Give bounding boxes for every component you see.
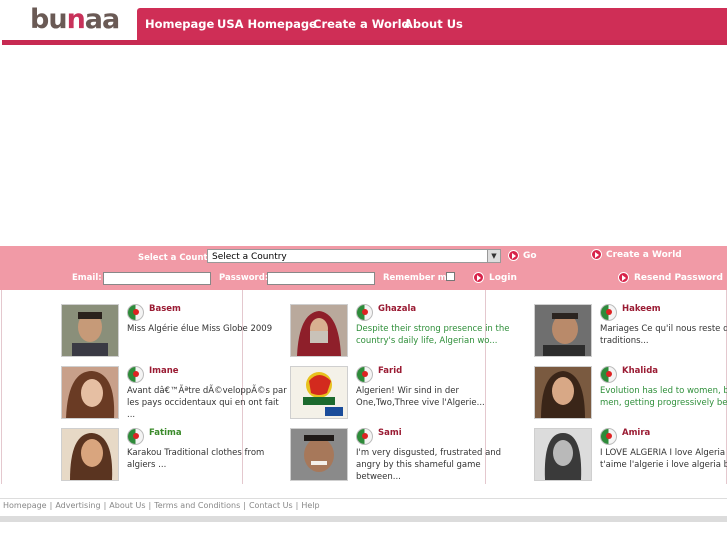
footer-sep: | xyxy=(49,501,53,510)
member-name[interactable]: Sami xyxy=(378,428,402,438)
password-label: Password: xyxy=(219,273,269,283)
member-desc[interactable]: Miss Algérie élue Miss Globe 2009 xyxy=(127,323,287,335)
member-photo[interactable] xyxy=(534,428,592,481)
site-header: bunaa Homepage USA Homepage Create a Wor… xyxy=(0,0,727,46)
member-desc[interactable]: Avant dâ€™Ãªtre dÃ©veloppÃ©s par les pay… xyxy=(127,385,287,421)
login-button[interactable]: Login xyxy=(489,273,517,283)
main-nav: Homepage USA Homepage Create a World Abo… xyxy=(137,8,727,40)
column-divider xyxy=(1,290,2,484)
member-card[interactable]: Farid Algerien! Wir sind in der One,Two,… xyxy=(290,366,522,426)
member-card[interactable]: Hakeem Mariages Ce qu'il nous reste des … xyxy=(534,304,727,364)
site-logo[interactable]: bunaa xyxy=(30,4,120,35)
footer-help[interactable]: Help xyxy=(301,501,319,510)
login-arrow-icon[interactable] xyxy=(473,272,484,283)
member-desc[interactable]: Despite their strong presence in the cou… xyxy=(356,323,516,347)
bottom-bar xyxy=(0,516,727,522)
footer-divider xyxy=(0,498,727,499)
member-name[interactable]: Khalida xyxy=(622,366,658,376)
footer-sep: | xyxy=(243,501,246,510)
footer-contact-us[interactable]: Contact Us xyxy=(249,501,293,510)
member-card[interactable]: Khalida Evolution has led to women, but … xyxy=(534,366,727,426)
member-card[interactable]: Imane Avant dâ€™Ãªtre dÃ©veloppÃ©s par l… xyxy=(61,366,293,426)
algeria-flag-icon xyxy=(600,366,617,383)
algeria-flag-icon xyxy=(356,304,373,321)
member-desc[interactable]: Evolution has led to women, but not men,… xyxy=(600,385,727,409)
member-photo[interactable] xyxy=(534,366,592,419)
go-button[interactable]: Go xyxy=(523,251,537,261)
country-select[interactable]: Select a Country ▼ xyxy=(207,249,501,263)
member-photo[interactable] xyxy=(534,304,592,357)
algeria-flag-icon xyxy=(356,366,373,383)
footer-links: Homepage | Advertising | About Us | Terms and … xyxy=(3,501,320,510)
member-photo[interactable] xyxy=(61,428,119,481)
footer-terms[interactable]: Terms and Conditions xyxy=(154,501,240,510)
member-card[interactable]: Ghazala Despite their strong presence in… xyxy=(290,304,522,364)
remember-checkbox[interactable] xyxy=(446,272,455,281)
member-photo[interactable] xyxy=(290,304,348,357)
dropdown-arrow-icon[interactable]: ▼ xyxy=(487,250,500,262)
nav-usa-homepage[interactable]: USA Homepage xyxy=(217,17,317,31)
password-field[interactable] xyxy=(267,272,375,285)
member-name[interactable]: Fatima xyxy=(149,428,182,438)
create-world-link[interactable]: Create a World xyxy=(606,250,682,260)
create-world-arrow-icon[interactable] xyxy=(591,249,602,260)
world-cup-logo[interactable] xyxy=(290,366,348,419)
email-field[interactable] xyxy=(103,272,211,285)
algeria-flag-icon xyxy=(356,428,373,445)
member-card[interactable]: Amira I LOVE ALGERIA I love Algeria je t… xyxy=(534,428,727,488)
footer-homepage[interactable]: Homepage xyxy=(3,501,47,510)
resend-arrow-icon[interactable] xyxy=(618,272,629,283)
member-card[interactable]: Fatima Karakou Traditional clothes from … xyxy=(61,428,293,488)
nav-create-world[interactable]: Create a World xyxy=(313,17,410,31)
footer-sep: | xyxy=(148,501,152,510)
algeria-flag-icon xyxy=(127,428,144,445)
remember-label: Remember me xyxy=(383,273,453,283)
member-name[interactable]: Ghazala xyxy=(378,304,416,314)
email-label: Email: xyxy=(72,273,102,283)
member-card[interactable]: Sami I'm very disgusted, frustrated and … xyxy=(290,428,522,488)
nav-underline xyxy=(2,40,727,45)
nav-about-us[interactable]: About Us xyxy=(404,17,463,31)
member-name[interactable]: Farid xyxy=(378,366,402,376)
member-name[interactable]: Basem xyxy=(149,304,181,314)
member-name[interactable]: Hakeem xyxy=(622,304,661,314)
algeria-flag-icon xyxy=(127,304,144,321)
footer-advertising[interactable]: Advertising xyxy=(55,501,100,510)
member-desc[interactable]: Algerien! Wir sind in der One,Two,Three … xyxy=(356,385,516,409)
member-desc[interactable]: Karakou Traditional clothes from algiers… xyxy=(127,447,287,471)
resend-password-link[interactable]: Resend Password xyxy=(634,273,723,283)
algeria-flag-icon xyxy=(600,304,617,321)
member-card[interactable]: Basem Miss Algérie élue Miss Globe 2009 xyxy=(61,304,293,364)
member-desc[interactable]: I'm very disgusted, frustrated and angry… xyxy=(356,447,516,483)
nav-homepage[interactable]: Homepage xyxy=(145,17,214,31)
member-photo[interactable] xyxy=(61,304,119,357)
footer-about-us[interactable]: About Us xyxy=(109,501,145,510)
footer-sep: | xyxy=(103,501,107,510)
member-photo[interactable] xyxy=(61,366,119,419)
member-name[interactable]: Amira xyxy=(622,428,650,438)
member-photo[interactable] xyxy=(290,428,348,481)
member-desc[interactable]: I LOVE ALGERIA I love Algeria je t'aime … xyxy=(600,447,727,471)
country-select-value: Select a Country xyxy=(212,252,287,262)
algeria-flag-icon xyxy=(600,428,617,445)
algeria-flag-icon xyxy=(127,366,144,383)
go-arrow-icon[interactable] xyxy=(508,250,519,261)
member-desc[interactable]: Mariages Ce qu'il nous reste des traditi… xyxy=(600,323,727,347)
member-name[interactable]: Imane xyxy=(149,366,179,376)
